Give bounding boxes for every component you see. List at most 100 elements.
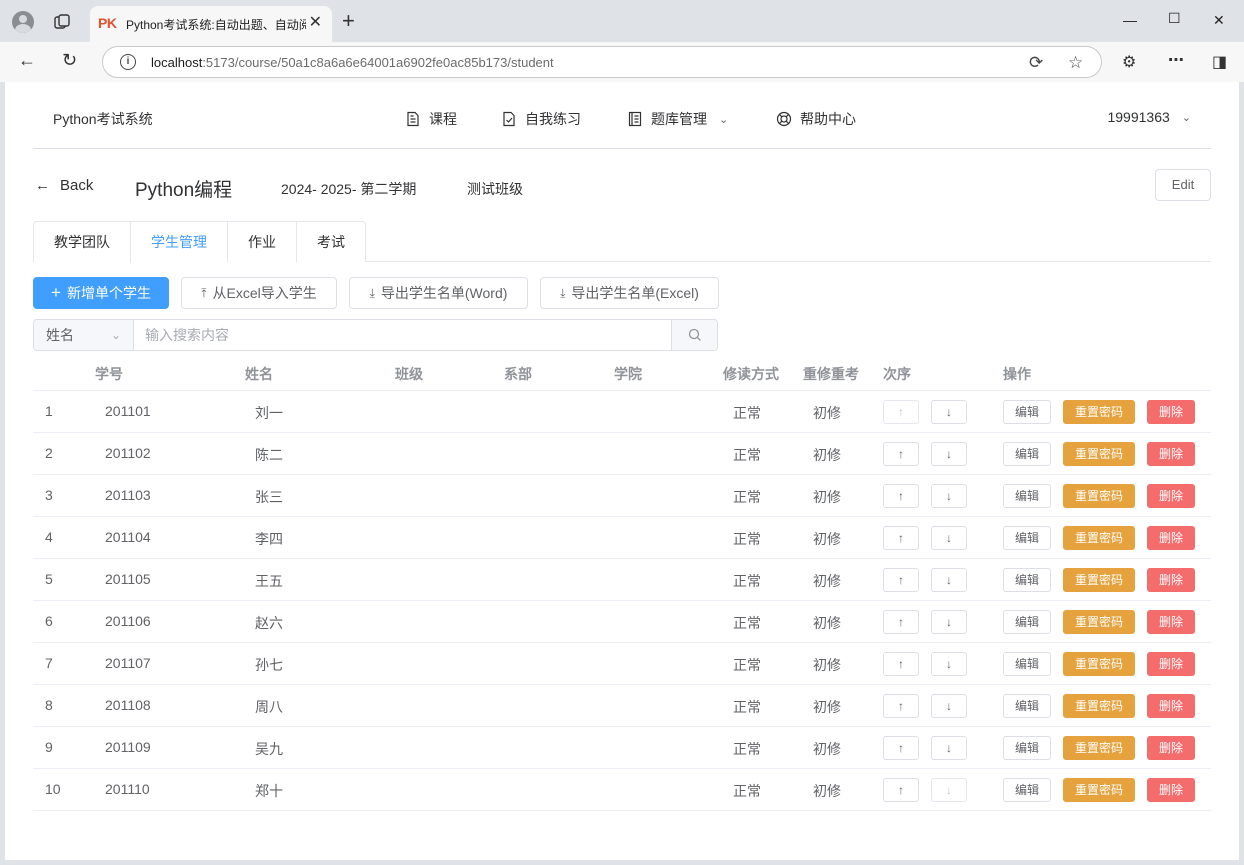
delete-student-button[interactable]: 删除: [1147, 442, 1195, 466]
move-up-button[interactable]: ↑: [883, 442, 919, 466]
import-excel-button[interactable]: ⤒ 从Excel导入学生: [181, 277, 337, 309]
tab-teaching-team[interactable]: 教学团队: [34, 222, 130, 262]
move-up-button[interactable]: ↑: [883, 568, 919, 592]
delete-student-button[interactable]: 删除: [1147, 568, 1195, 592]
move-up-button[interactable]: ↑: [883, 484, 919, 508]
search-input[interactable]: [134, 320, 672, 350]
edit-student-button[interactable]: 编辑: [1003, 778, 1051, 802]
student-id: 201106: [105, 613, 151, 629]
tab-close-icon[interactable]: ✕: [309, 14, 322, 32]
maximize-icon[interactable]: ☐: [1168, 10, 1181, 27]
reset-password-button[interactable]: 重置密码: [1063, 400, 1135, 424]
new-tab-icon[interactable]: +: [342, 10, 355, 32]
favorite-star-icon[interactable]: ☆: [1068, 53, 1083, 73]
edit-student-button[interactable]: 编辑: [1003, 484, 1051, 508]
minimize-icon[interactable]: —: [1123, 12, 1137, 28]
profile-icon[interactable]: [12, 11, 34, 33]
move-up-button[interactable]: ↑: [883, 778, 919, 802]
tab-homework[interactable]: 作业: [227, 222, 296, 262]
move-up-button[interactable]: ↑: [883, 652, 919, 676]
search-field-select[interactable]: 姓名 ⌄: [34, 320, 134, 350]
move-down-button[interactable]: ↓: [931, 400, 967, 424]
delete-student-button[interactable]: 删除: [1147, 694, 1195, 718]
menu-item-help[interactable]: 帮助中心: [776, 109, 856, 129]
edit-course-button[interactable]: Edit: [1155, 169, 1211, 201]
user-menu[interactable]: 19991363 ⌄: [1107, 109, 1191, 125]
tab-student-management[interactable]: 学生管理: [130, 222, 227, 263]
edit-student-button[interactable]: 编辑: [1003, 610, 1051, 634]
reset-password-button[interactable]: 重置密码: [1063, 610, 1135, 634]
retake-status: 初修: [813, 531, 841, 547]
table-row: 7 201107 孙七 正常 初修 ↑ ↓ 编辑 重置密码 删除: [33, 643, 1211, 685]
url-text[interactable]: localhost:5173/course/50a1c8a6a6e64001a6…: [151, 55, 554, 70]
edit-student-button[interactable]: 编辑: [1003, 526, 1051, 550]
move-down-button[interactable]: ↓: [931, 652, 967, 676]
export-excel-button[interactable]: ⤓ 导出学生名单(Excel): [540, 277, 719, 309]
move-down-button[interactable]: ↓: [931, 442, 967, 466]
reset-password-button[interactable]: 重置密码: [1063, 568, 1135, 592]
delete-student-button[interactable]: 删除: [1147, 400, 1195, 424]
reset-password-button[interactable]: 重置密码: [1063, 526, 1135, 550]
edit-student-button[interactable]: 编辑: [1003, 694, 1051, 718]
menu-item-courses[interactable]: 课程: [405, 109, 457, 129]
edit-student-button[interactable]: 编辑: [1003, 652, 1051, 676]
delete-student-button[interactable]: 删除: [1147, 526, 1195, 550]
address-bar[interactable]: i localhost:5173/course/50a1c8a6a6e64001…: [102, 46, 1102, 78]
move-up-button[interactable]: ↑: [883, 526, 919, 550]
move-up-button[interactable]: ↑: [883, 610, 919, 634]
workspaces-icon[interactable]: [52, 12, 72, 32]
edge-refresh-icon[interactable]: ⟳: [1029, 53, 1043, 73]
course-title: Python编程: [135, 180, 233, 201]
edit-student-button[interactable]: 编辑: [1003, 568, 1051, 592]
move-down-button[interactable]: ↓: [931, 484, 967, 508]
reset-password-button[interactable]: 重置密码: [1063, 442, 1135, 466]
browser-tab-active[interactable]: PK Python考试系统:自动出题、自动阅 ✕: [90, 6, 332, 42]
window-close-icon[interactable]: ✕: [1213, 12, 1225, 29]
move-up-button[interactable]: ↑: [883, 736, 919, 760]
retake-status: 初修: [813, 699, 841, 715]
back-button[interactable]: ← Back: [35, 177, 93, 194]
row-index: 2: [45, 445, 53, 461]
reset-password-button[interactable]: 重置密码: [1063, 652, 1135, 676]
move-down-button[interactable]: ↓: [931, 694, 967, 718]
move-down-button[interactable]: ↓: [931, 736, 967, 760]
menu-item-practice[interactable]: 自我练习: [501, 109, 581, 129]
edit-student-button[interactable]: 编辑: [1003, 400, 1051, 424]
table-row: 2 201102 陈二 正常 初修 ↑ ↓ 编辑 重置密码 删除: [33, 433, 1211, 475]
row-index: 7: [45, 655, 53, 671]
export-word-button[interactable]: ⤓ 导出学生名单(Word): [349, 277, 528, 309]
delete-student-button[interactable]: 删除: [1147, 610, 1195, 634]
reset-password-button[interactable]: 重置密码: [1063, 778, 1135, 802]
delete-student-button[interactable]: 删除: [1147, 484, 1195, 508]
move-down-button[interactable]: ↓: [931, 610, 967, 634]
site-info-icon[interactable]: i: [120, 54, 136, 70]
move-down-button[interactable]: ↓: [931, 778, 967, 802]
tab-exams[interactable]: 考试: [296, 222, 365, 262]
add-student-button[interactable]: + 新增单个学生: [33, 277, 169, 309]
user-id: 19991363: [1107, 109, 1170, 125]
more-menu-icon[interactable]: ⋯: [1168, 50, 1184, 70]
menu-item-question-bank[interactable]: 题库管理 ⌄: [627, 109, 728, 129]
move-down-button[interactable]: ↓: [931, 568, 967, 592]
brand-title[interactable]: Python考试系统: [53, 109, 153, 129]
search-button[interactable]: [671, 320, 717, 350]
move-up-button[interactable]: ↑: [883, 694, 919, 718]
menu-label: 题库管理: [651, 111, 707, 127]
col-student-id: 学号: [95, 366, 123, 382]
move-down-button[interactable]: ↓: [931, 526, 967, 550]
reload-icon[interactable]: ↻: [62, 50, 77, 70]
edit-student-button[interactable]: 编辑: [1003, 442, 1051, 466]
reset-password-button[interactable]: 重置密码: [1063, 484, 1135, 508]
sidebar-toggle-icon[interactable]: ◨: [1212, 52, 1227, 72]
reset-password-button[interactable]: 重置密码: [1063, 736, 1135, 760]
reset-password-button[interactable]: 重置密码: [1063, 694, 1135, 718]
delete-student-button[interactable]: 删除: [1147, 778, 1195, 802]
row-index: 3: [45, 487, 53, 503]
extensions-icon[interactable]: ⚙: [1122, 52, 1136, 72]
delete-student-button[interactable]: 删除: [1147, 736, 1195, 760]
delete-student-button[interactable]: 删除: [1147, 652, 1195, 676]
move-up-button[interactable]: ↑: [883, 400, 919, 424]
download-icon: ⤓: [369, 285, 375, 300]
edit-student-button[interactable]: 编辑: [1003, 736, 1051, 760]
back-arrow-icon[interactable]: ←: [18, 50, 36, 70]
